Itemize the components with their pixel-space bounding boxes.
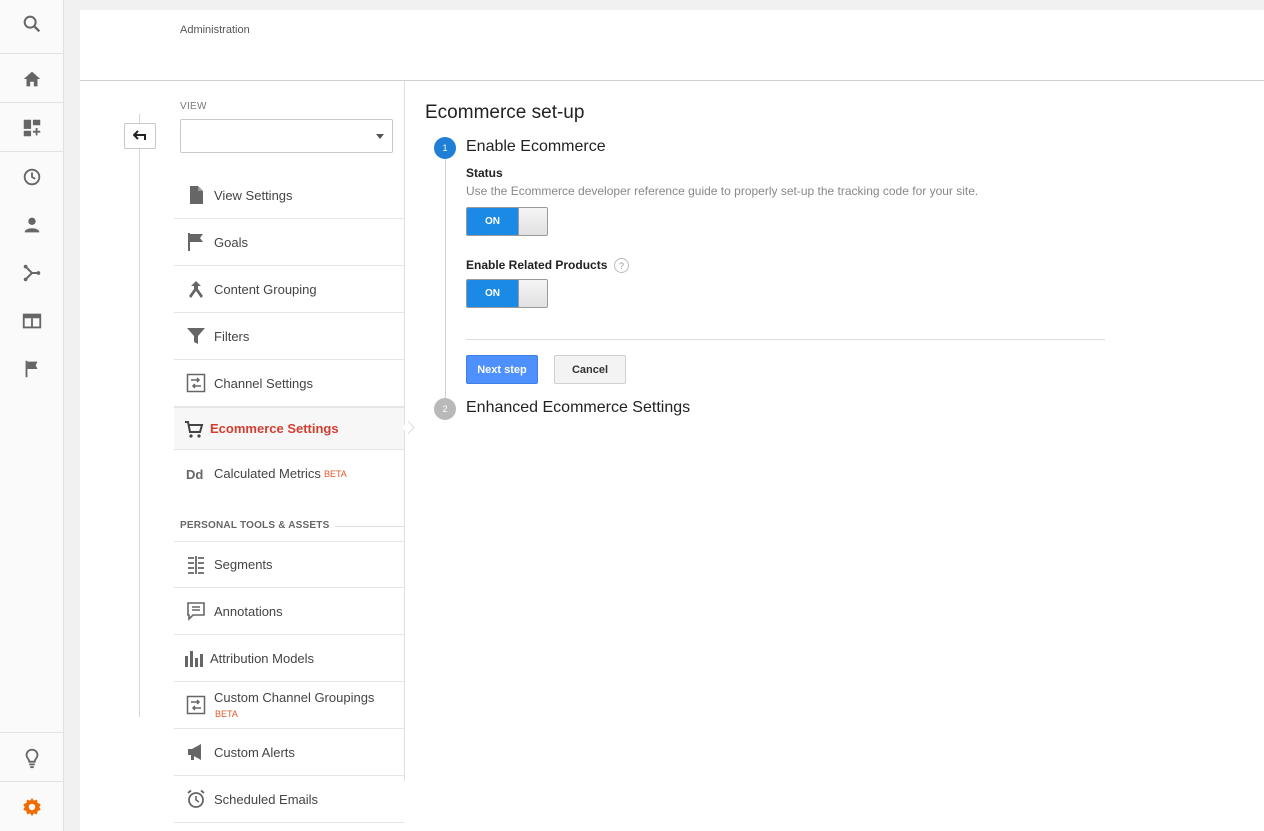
menu-item-label: Goals [214, 234, 248, 250]
conversions-icon[interactable] [0, 345, 64, 393]
menu-item-label: Custom Alerts [214, 744, 295, 760]
help-icon[interactable]: ? [614, 258, 629, 273]
status-label: Status [466, 166, 503, 180]
main-panel: Administration VIEW View Settings Goals … [80, 10, 1264, 831]
menu-item-annotations[interactable]: Annotations [174, 588, 404, 635]
menu-item-label: Annotations [214, 603, 283, 619]
alarm-clock-icon [174, 789, 214, 809]
page-title: Administration [180, 24, 250, 36]
behavior-icon[interactable] [0, 297, 64, 345]
filter-icon [174, 326, 214, 346]
menu-item-custom-channel-groupings[interactable]: Custom Channel Groupings BETA [174, 682, 404, 729]
menu-item-custom-alerts[interactable]: Custom Alerts [174, 729, 404, 776]
back-arrow-icon [133, 130, 146, 140]
left-nav-rail [0, 0, 64, 831]
annotation-icon [174, 601, 214, 621]
menu-item-scheduled-emails[interactable]: Scheduled Emails [174, 776, 404, 823]
next-step-button[interactable]: Next step [466, 355, 538, 384]
status-toggle[interactable]: ON [466, 207, 548, 236]
view-label: VIEW [180, 101, 207, 112]
calculated-metrics-icon: Dd [174, 464, 214, 484]
menu-item-label: Attribution Models [210, 650, 315, 666]
svg-text:Dd: Dd [186, 467, 203, 482]
step-number-2: 2 [434, 398, 456, 420]
menu-item-label: Filters [214, 328, 250, 344]
merge-icon [174, 279, 214, 299]
menu-item-label: Ecommerce Settings [210, 421, 339, 436]
step-title-enable-ecommerce: Enable Ecommerce [466, 138, 606, 155]
admin-gear-icon[interactable] [0, 783, 64, 831]
menu-item-ecommerce-settings[interactable]: Ecommerce Settings [174, 407, 404, 450]
menu-item-calculated-metrics[interactable]: Dd Calculated Metrics BETA [174, 450, 404, 497]
related-products-label: Enable Related Products [466, 258, 608, 272]
menu-item-attribution-models[interactable]: Attribution Models [174, 635, 404, 682]
back-button[interactable] [124, 123, 156, 149]
beta-badge: BETA [215, 709, 238, 719]
discover-icon[interactable] [0, 734, 64, 782]
menu-item-segments[interactable]: Segments [174, 541, 404, 588]
toggle-knob [518, 208, 547, 235]
beta-badge: BETA [323, 468, 347, 479]
section-heading-personal: PERSONAL TOOLS & ASSETS [180, 520, 330, 531]
content-title: Ecommerce set-up [425, 102, 585, 123]
megaphone-icon [174, 742, 214, 762]
channel-icon [174, 373, 214, 393]
step-number-1: 1 [434, 137, 456, 159]
menu-item-label: Segments [214, 557, 273, 572]
toggle-on-label: ON [467, 280, 518, 307]
document-icon [174, 185, 214, 205]
status-help-text: Use the Ecommerce developer reference gu… [466, 184, 979, 198]
menu-item-label: Custom Channel Groupings [214, 690, 375, 705]
menu-item-content-grouping[interactable]: Content Grouping [174, 266, 404, 313]
realtime-icon[interactable] [0, 153, 64, 201]
menu-item-label: Content Grouping [214, 281, 317, 297]
search-icon[interactable] [0, 0, 64, 48]
menu-item-label: Channel Settings [214, 375, 314, 391]
flag-icon [174, 232, 214, 252]
audience-icon[interactable] [0, 201, 64, 249]
menu-item-filters[interactable]: Filters [174, 313, 404, 360]
menu-item-label: View Settings [214, 187, 293, 203]
menu-item-label: Scheduled Emails [214, 791, 319, 807]
toggle-on-label: ON [467, 208, 518, 235]
menu-item-goals[interactable]: Goals [174, 219, 404, 266]
home-icon[interactable] [0, 55, 64, 103]
cart-icon [174, 419, 210, 439]
acquisition-icon[interactable] [0, 249, 64, 297]
channel-grouping-icon [174, 690, 214, 715]
chevron-down-icon [376, 134, 384, 139]
menu-item-label: Calculated Metrics [214, 466, 321, 481]
view-selector[interactable] [180, 119, 393, 153]
customization-icon[interactable] [0, 104, 64, 152]
bar-chart-icon [174, 648, 210, 668]
menu-item-view-settings[interactable]: View Settings [174, 172, 404, 219]
toggle-knob [518, 280, 547, 307]
menu-item-channel-settings[interactable]: Channel Settings [174, 360, 404, 407]
segments-icon [174, 555, 214, 575]
cancel-button[interactable]: Cancel [554, 355, 626, 384]
step-title-enhanced-ecommerce[interactable]: Enhanced Ecommerce Settings [466, 399, 690, 417]
related-products-toggle[interactable]: ON [466, 279, 548, 308]
